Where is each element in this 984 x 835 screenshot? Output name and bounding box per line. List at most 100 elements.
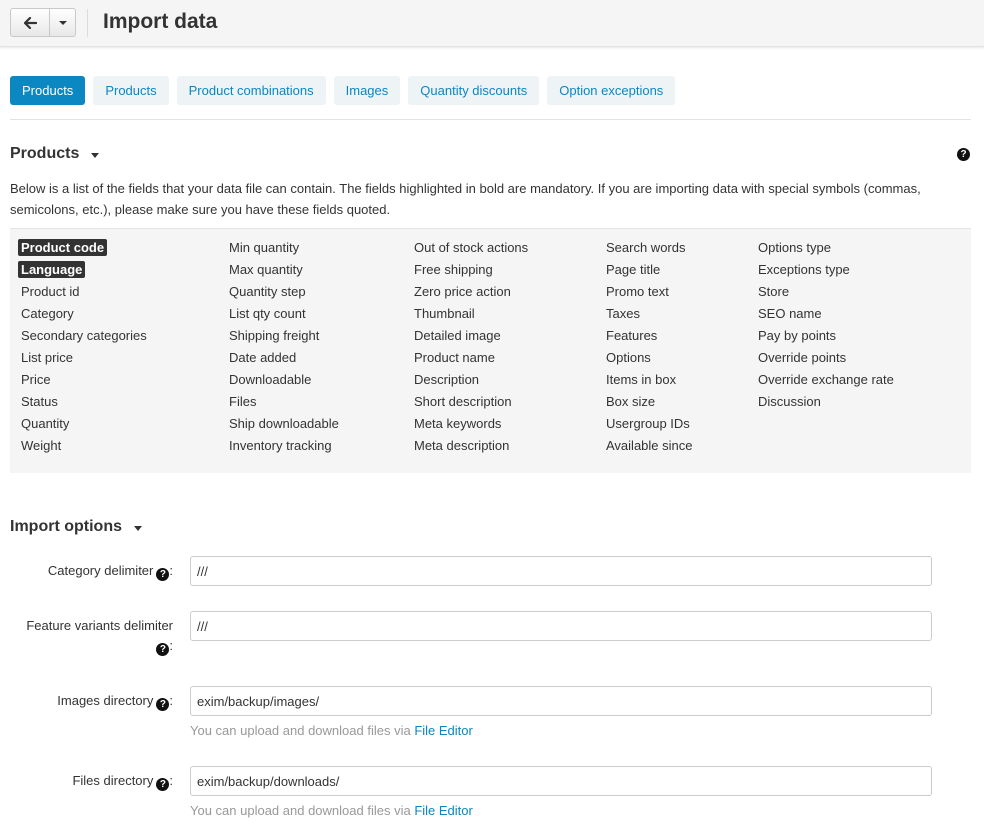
field-label: Quantity step (229, 284, 306, 299)
field-label: Options (606, 350, 651, 365)
files-directory-hint: You can upload and download files via Fi… (190, 803, 473, 818)
help-icon[interactable]: ? (156, 778, 170, 791)
top-toolbar: Import data (0, 0, 984, 47)
field-label: Secondary categories (21, 328, 147, 343)
field-item: Store (755, 282, 897, 304)
fields-column-5: Options type Exceptions type Store SEO n… (755, 238, 897, 414)
tab-quantity-discounts[interactable]: Quantity discounts (408, 76, 540, 105)
field-label: Date added (229, 350, 297, 365)
field-label: Min quantity (229, 240, 300, 255)
help-icon[interactable]: ? (156, 643, 170, 656)
back-button[interactable] (10, 8, 50, 37)
field-item: Available since (603, 436, 695, 458)
field-label: List qty count (229, 306, 306, 321)
field-item: Inventory tracking (226, 436, 342, 458)
field-item: Override points (755, 348, 897, 370)
field-item: Features (603, 326, 695, 348)
images-directory-input[interactable] (190, 686, 932, 716)
field-label: Description (414, 372, 480, 387)
mandatory-field-label: Product code (18, 239, 108, 256)
field-label: Downloadable (229, 372, 312, 387)
import-options-toggle[interactable]: Import options (10, 518, 142, 536)
category-delimiter-input[interactable] (190, 556, 932, 586)
field-label: Pay by points (758, 328, 837, 343)
field-label: Features (606, 328, 658, 343)
field-item: Product id (18, 282, 150, 304)
field-label: Weight (21, 438, 62, 453)
hint-text: You can upload and download files via (190, 723, 411, 738)
fields-column-3: Out of stock actions Free shipping Zero … (411, 238, 531, 458)
field-item: Ship downloadable (226, 414, 342, 436)
chevron-down-icon (58, 20, 67, 25)
field-label: Meta description (414, 438, 510, 453)
field-label: Quantity (21, 416, 70, 431)
tab-products[interactable]: Products (93, 76, 169, 105)
field-item: Thumbnail (411, 304, 531, 326)
field-label: Max quantity (229, 262, 303, 277)
field-label: Out of stock actions (414, 240, 529, 255)
field-item: Page title (603, 260, 695, 282)
label-colon: : (169, 563, 173, 578)
field-label: Override points (758, 350, 847, 365)
field-item: Usergroup IDs (603, 414, 695, 436)
field-label: Override exchange rate (758, 372, 894, 387)
field-item: SEO name (755, 304, 897, 326)
hint-text: You can upload and download files via (190, 803, 411, 818)
import-options-title: Import options (10, 518, 122, 535)
field-label: Shipping freight (229, 328, 320, 343)
arrow-left-icon (23, 16, 37, 29)
field-item: Meta keywords (411, 414, 531, 436)
field-label: Box size (606, 394, 656, 409)
field-item: Out of stock actions (411, 238, 531, 260)
field-item: List qty count (226, 304, 342, 326)
field-label: Status (21, 394, 58, 409)
category-delimiter-label: Category delimiter?: (5, 561, 173, 581)
tabs-divider (10, 119, 971, 120)
field-item: Language (18, 260, 150, 282)
tab-images[interactable]: Images (333, 76, 401, 105)
field-label: Short description (414, 394, 512, 409)
field-label: Detailed image (414, 328, 501, 343)
tab-option-exceptions[interactable]: Option exceptions (547, 76, 676, 105)
field-item: Max quantity (226, 260, 342, 282)
field-label: List price (21, 350, 74, 365)
field-item: Files (226, 392, 342, 414)
field-item: Category (18, 304, 150, 326)
field-label: Search words (606, 240, 686, 255)
products-section-toggle[interactable]: Products (10, 145, 100, 163)
file-editor-link[interactable]: File Editor (414, 723, 473, 738)
field-label: Exceptions type (758, 262, 850, 277)
page-title: Import data (103, 10, 218, 33)
field-item: List price (18, 348, 150, 370)
field-label: SEO name (758, 306, 822, 321)
help-icon[interactable]: ? (156, 568, 170, 581)
tab-products-active[interactable]: Products (10, 76, 86, 105)
field-item: Secondary categories (18, 326, 150, 348)
feature-variants-delimiter-label: Feature variants delimiter ?: (5, 616, 173, 656)
field-item: Search words (603, 238, 695, 260)
field-label: Meta keywords (414, 416, 502, 431)
feature-variants-delimiter-input[interactable] (190, 611, 932, 641)
field-item: Exceptions type (755, 260, 897, 282)
field-label: Page title (606, 262, 661, 277)
caret-down-icon (133, 525, 142, 531)
field-item: Price (18, 370, 150, 392)
field-label: Items in box (606, 372, 677, 387)
field-item: Detailed image (411, 326, 531, 348)
field-item: Taxes (603, 304, 695, 326)
back-button-group (10, 8, 76, 37)
field-label: Promo text (606, 284, 669, 299)
file-editor-link[interactable]: File Editor (414, 803, 473, 818)
field-item: Product name (411, 348, 531, 370)
help-icon[interactable]: ? (957, 148, 970, 161)
category-delimiter-label-text: Category delimiter (47, 563, 154, 578)
field-label: Category (21, 306, 74, 321)
images-directory-label-text: Images directory (57, 693, 154, 708)
history-dropdown-button[interactable] (50, 8, 76, 37)
files-directory-input[interactable] (190, 766, 932, 796)
help-icon[interactable]: ? (156, 698, 170, 711)
field-item: Meta description (411, 436, 531, 458)
field-item: Promo text (603, 282, 695, 304)
field-item: Override exchange rate (755, 370, 897, 392)
tab-product-combinations[interactable]: Product combinations (176, 76, 326, 105)
